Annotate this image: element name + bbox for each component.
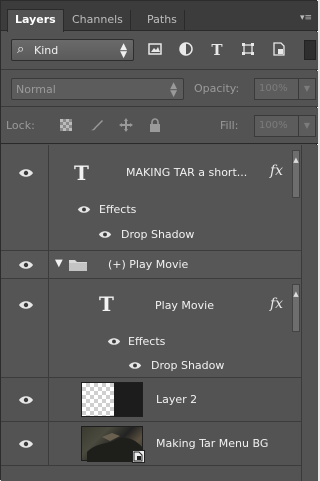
tab-channels[interactable]: Channels xyxy=(65,10,131,31)
layer-row-making-tar[interactable]: T MAKING TAR a short... fx ▲ Effects Dro… xyxy=(1,145,301,251)
layer-name[interactable]: Making Tar Menu BG xyxy=(156,437,268,450)
layers-panel: Layers Channels Paths ▾≡ ⌕ Kind ▲ ▼ T Nor… xyxy=(0,0,318,481)
layers-list: T MAKING TAR a short... fx ▲ Effects Dro… xyxy=(1,145,318,481)
layer-row-play-movie-group[interactable]: ▼ (+) Play Movie xyxy=(1,251,301,279)
layers-scrollbar[interactable] xyxy=(301,145,318,481)
smart-object-filter-icon[interactable] xyxy=(270,41,288,59)
visibility-cell xyxy=(1,251,49,278)
folder-icon xyxy=(68,258,88,275)
effects-label: Effects xyxy=(128,335,166,348)
text-layer-icon: T xyxy=(74,161,89,185)
filter-kind-select[interactable]: ⌕ Kind ▲ ▼ xyxy=(11,39,134,61)
layer-row-making-tar-menu-bg[interactable]: Making Tar Menu BG xyxy=(1,422,301,466)
type-filter-icon[interactable]: T xyxy=(208,41,226,59)
tab-paths[interactable]: Paths xyxy=(140,10,185,31)
image-filter-icon[interactable] xyxy=(146,41,164,59)
opacity-dropdown-button[interactable]: ▼ xyxy=(299,78,316,100)
layer-name[interactable]: (+) Play Movie xyxy=(108,258,188,271)
opacity-field[interactable]: 100% xyxy=(254,78,299,100)
blend-row: Normal ▲ ▼ Opacity: 100% ▼ xyxy=(1,71,318,107)
effects-label: Effects xyxy=(99,203,137,216)
panel-menu-icon[interactable]: ▾≡ xyxy=(300,13,312,23)
opacity-label: Opacity: xyxy=(194,82,240,95)
panel-tab-bar: Layers Channels Paths ▾≡ xyxy=(1,1,318,32)
fill-label: Fill: xyxy=(220,119,239,132)
visibility-cell xyxy=(1,422,49,465)
collapse-effects-toggle[interactable]: ▲ xyxy=(292,284,300,332)
layer-thumbnail xyxy=(81,382,143,417)
blend-mode-select[interactable]: Normal ▲ ▼ xyxy=(11,78,184,100)
drop-shadow-label[interactable]: Drop Shadow xyxy=(151,359,224,372)
select-arrows-icon: ▲ ▼ xyxy=(120,42,127,60)
eye-icon[interactable] xyxy=(18,439,34,449)
fx-icon[interactable]: fx xyxy=(270,296,283,312)
visibility-cell xyxy=(1,378,49,421)
filter-kind-label: Kind xyxy=(34,44,59,57)
visibility-cell xyxy=(1,145,49,250)
fill-field[interactable]: 100% xyxy=(254,115,299,137)
eye-icon[interactable] xyxy=(18,300,34,310)
fill-dropdown-button[interactable]: ▼ xyxy=(299,115,316,137)
layer-name[interactable]: Play Movie xyxy=(155,299,214,312)
drop-shadow-label[interactable]: Drop Shadow xyxy=(121,228,194,241)
smart-object-badge-icon xyxy=(132,450,145,463)
filter-toggle-switch[interactable] xyxy=(304,40,316,60)
layer-row-play-movie-text[interactable]: T Play Movie fx ▲ Effects Drop Shadow xyxy=(1,279,301,378)
effects-eye-icon[interactable] xyxy=(107,337,123,347)
select-arrows-icon: ▲ ▼ xyxy=(170,81,177,99)
eye-icon[interactable] xyxy=(18,168,34,178)
layer-row-layer-2[interactable]: Layer 2 xyxy=(1,378,301,422)
eye-icon[interactable] xyxy=(18,260,34,270)
lock-label: Lock: xyxy=(6,119,35,132)
visibility-cell xyxy=(1,279,49,377)
layer-name[interactable]: Layer 2 xyxy=(156,393,197,406)
drop-shadow-eye-icon[interactable] xyxy=(98,230,114,240)
drop-shadow-eye-icon[interactable] xyxy=(128,361,144,371)
shape-filter-icon[interactable] xyxy=(239,41,257,59)
lock-all-icon[interactable] xyxy=(148,118,162,132)
fx-icon[interactable]: fx xyxy=(270,163,283,179)
effects-eye-icon[interactable] xyxy=(77,205,93,215)
lock-transparent-pixels-icon[interactable] xyxy=(59,118,73,132)
layer-thumbnail xyxy=(81,426,145,463)
layer-filter-row: ⌕ Kind ▲ ▼ T xyxy=(1,32,318,70)
blend-mode-label: Normal xyxy=(16,83,56,96)
search-icon: ⌕ xyxy=(17,42,25,57)
group-expand-arrow-icon[interactable]: ▼ xyxy=(55,258,63,269)
tab-layers[interactable]: Layers xyxy=(7,9,64,32)
lock-image-pixels-icon[interactable] xyxy=(89,118,103,132)
layer-name[interactable]: MAKING TAR a short... xyxy=(126,166,247,179)
adjustment-filter-icon[interactable] xyxy=(177,41,195,59)
lock-row: Lock: Fill: 100% ▼ xyxy=(1,108,318,144)
eye-icon[interactable] xyxy=(18,395,34,405)
text-layer-icon: T xyxy=(99,292,114,316)
lock-position-icon[interactable] xyxy=(119,118,133,132)
collapse-effects-toggle[interactable]: ▲ xyxy=(292,150,300,198)
